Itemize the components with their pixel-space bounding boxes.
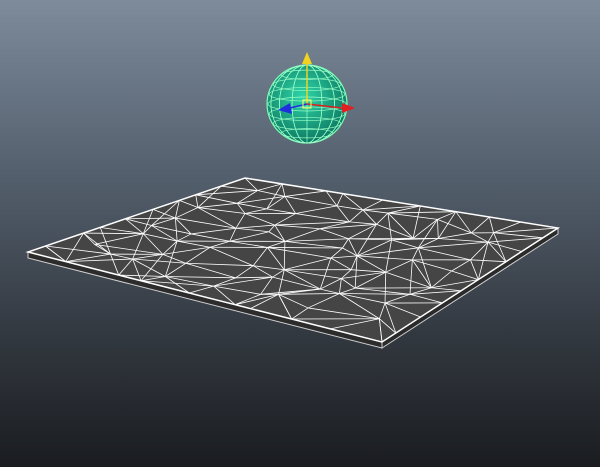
x-axis-arrow[interactable] (342, 103, 355, 113)
scene-canvas[interactable] (0, 0, 600, 467)
y-axis-arrow[interactable] (302, 52, 312, 64)
3d-viewport[interactable] (0, 0, 600, 467)
ground-plane[interactable] (25, 177, 561, 349)
